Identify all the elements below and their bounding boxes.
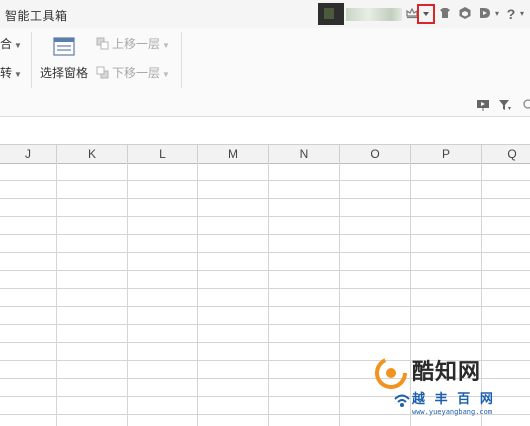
column-header-m[interactable]: M (198, 145, 269, 163)
send-backward-label: 下移一层 (112, 66, 161, 80)
column-header-o[interactable]: O (340, 145, 411, 163)
watermark-url: www.yueyangbang.com (412, 408, 493, 416)
formula-bar[interactable] (0, 117, 530, 143)
column-header-j[interactable]: J (0, 145, 57, 163)
watermark-wifi-icon (394, 394, 410, 407)
watermark-brand-secondary: 越 丰 百 网 (412, 391, 496, 406)
column-header-p[interactable]: P (411, 145, 482, 163)
rotate-button[interactable]: 转 ▼ (0, 64, 22, 81)
selection-pane-label: 选择窗格 (40, 66, 89, 80)
bring-forward-icon (96, 37, 109, 50)
user-name-blurred (346, 8, 402, 21)
watermark-brand: 酷知网 (412, 359, 482, 384)
title-bar: 智能工具箱 ▾ ? ▾ (0, 0, 530, 28)
column-header-row: J K L M N O P Q (0, 144, 530, 164)
cube-icon[interactable] (457, 6, 473, 22)
selection-pane-icon[interactable] (53, 36, 75, 58)
send-backward-button[interactable]: 下移一层 ▼ (96, 64, 170, 81)
bring-forward-label: 上移一层 (112, 37, 161, 51)
ribbon-toolbar: 合 ▼ 转 ▼ 选择窗格 上移一层 ▼ 下移一层 ▼ (0, 28, 530, 117)
column-header-l[interactable]: L (128, 145, 198, 163)
watermark-logo-icon (375, 357, 407, 389)
bring-forward-button[interactable]: 上移一层 ▼ (96, 35, 170, 52)
column-header-q[interactable]: Q (482, 145, 530, 163)
send-backward-icon (96, 66, 109, 79)
search-icon[interactable] (522, 98, 530, 112)
ribbon-divider (181, 32, 182, 88)
column-header-n[interactable]: N (269, 145, 340, 163)
ribbon-divider (31, 32, 32, 88)
dropdown-caret-icon[interactable] (418, 6, 434, 22)
column-header-k[interactable]: K (57, 145, 128, 163)
user-avatar[interactable] (318, 3, 344, 25)
merge-label: 合 (0, 37, 13, 51)
merge-button[interactable]: 合 ▼ (0, 35, 22, 52)
chevron-down-icon: ▼ (14, 41, 22, 50)
site-watermark: 酷知网 越 丰 百 网 www.yueyangbang.com (370, 352, 530, 426)
selection-pane-button[interactable]: 选择窗格 (40, 64, 88, 81)
skin-icon[interactable] (437, 6, 453, 22)
presentation-icon[interactable] (476, 98, 490, 112)
filter-icon[interactable] (498, 98, 512, 112)
rotate-label: 转 (0, 66, 13, 80)
chevron-down-icon: ▼ (14, 70, 22, 79)
tab-title[interactable]: 智能工具箱 (5, 7, 68, 24)
help-caret-icon[interactable]: ▾ (514, 6, 530, 22)
user-account[interactable] (318, 3, 404, 25)
chevron-down-icon: ▼ (162, 70, 170, 79)
chevron-down-icon: ▼ (162, 41, 170, 50)
